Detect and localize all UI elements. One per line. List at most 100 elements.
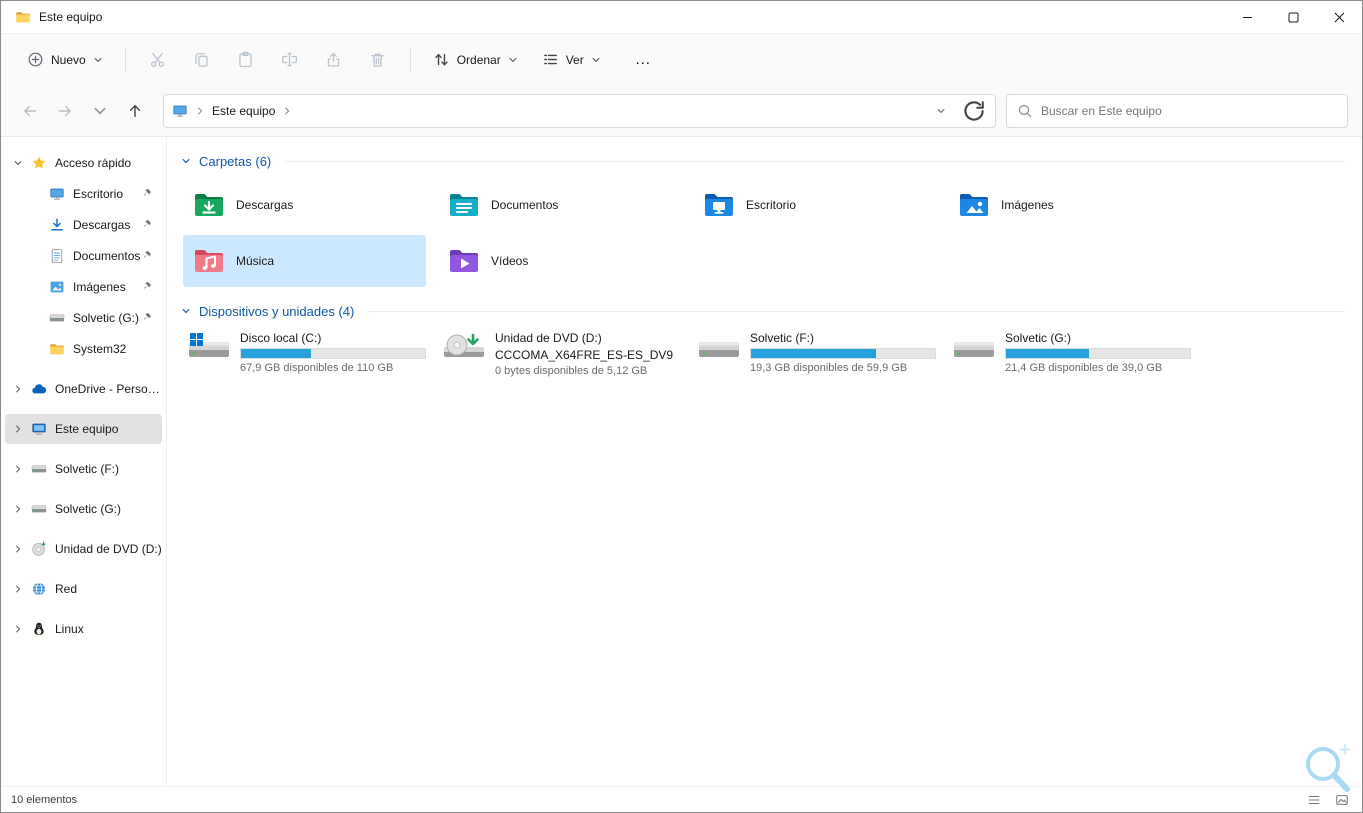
sidebar-item-quick-access[interactable]: Acceso rápido — [5, 148, 162, 178]
sidebar-item-label: Escritorio — [73, 187, 124, 201]
videos-folder-icon — [450, 250, 478, 272]
sidebar-item-solvetic-f-drive[interactable]: Solvetic (F:) — [5, 454, 162, 484]
sidebar-item-pictures[interactable]: Imágenes — [5, 272, 162, 302]
chevron-down-icon — [509, 57, 517, 62]
device-name: Disco local (C:) — [240, 331, 322, 345]
breadcrumb-this-pc[interactable]: Este equipo — [212, 104, 275, 118]
folder-tile-label: Descargas — [236, 198, 294, 212]
sidebar-item-downloads[interactable]: Descargas — [5, 210, 162, 240]
device-name: Solvetic (F:) — [750, 331, 815, 345]
folder-tile-escritorio[interactable]: Escritorio — [693, 179, 936, 231]
delete-button[interactable] — [358, 42, 398, 78]
sidebar-item-solvetic-g-drive[interactable]: Solvetic (G:) — [5, 494, 162, 524]
sidebar-item-linux[interactable]: Linux — [5, 614, 162, 644]
sidebar-item-this-pc[interactable]: Este equipo — [5, 414, 162, 444]
refresh-button[interactable] — [961, 98, 987, 124]
sidebar-item-onedrive[interactable]: OneDrive - Personal — [5, 374, 162, 404]
sidebar-item-label: Imágenes — [73, 280, 126, 294]
devices-section-title: Dispositivos y unidades (4) — [199, 303, 355, 319]
sidebar-item-system32[interactable]: System32 — [5, 334, 162, 364]
details-view-toggle[interactable] — [1304, 790, 1324, 810]
folder-icon — [50, 344, 64, 355]
folder-tile-musica[interactable]: Música — [183, 235, 426, 287]
sort-button[interactable]: Ordenar — [423, 43, 528, 76]
search-icon — [1018, 104, 1032, 117]
minimize-icon — [1242, 16, 1252, 18]
folder-tile-imagenes[interactable]: Imágenes — [948, 179, 1191, 231]
large-icons-view-icon — [1336, 794, 1348, 805]
disk-usage-fill — [1006, 349, 1089, 358]
device-tile-solvetic-f[interactable]: Solvetic (F:) 19,3 GB disponibles de 59,… — [693, 327, 948, 377]
content-area: Acceso rápido Escritorio Descargas Docum… — [1, 137, 1362, 786]
chevron-down-icon — [94, 57, 102, 62]
paste-button[interactable] — [226, 42, 266, 78]
more-options-button[interactable]: … — [615, 43, 672, 77]
sidebar-item-label: OneDrive - Personal — [55, 382, 162, 396]
back-button[interactable] — [13, 94, 46, 127]
device-info: Unidad de DVD (D:) CCCOMA_X64FRE_ES-ES_D… — [495, 331, 673, 377]
rename-button[interactable] — [270, 42, 310, 78]
chevron-down-icon — [14, 160, 22, 165]
desktop-folder-icon — [705, 194, 733, 216]
sidebar-item-label: Documentos — [73, 249, 141, 263]
large-icons-view-toggle[interactable] — [1332, 790, 1352, 810]
recent-locations-button[interactable] — [83, 94, 116, 127]
address-bar[interactable]: Este equipo — [163, 93, 996, 128]
close-button[interactable] — [1316, 1, 1362, 33]
up-button[interactable] — [118, 94, 151, 127]
sidebar-item-label: Este equipo — [55, 422, 119, 436]
device-name: Solvetic (G:) — [1005, 331, 1072, 345]
refresh-icon — [964, 100, 984, 121]
share-button[interactable] — [314, 42, 354, 78]
dvd-icon — [32, 541, 46, 556]
pin-icon — [143, 281, 152, 289]
device-tile-solvetic-g[interactable]: Solvetic (G:) 21,4 GB disponibles de 39,… — [948, 327, 1203, 377]
search-input[interactable] — [1041, 103, 1337, 118]
file-explorer-window: Este equipo Nuevo Ordenar Ver … Este equ… — [0, 0, 1363, 813]
pin-icon — [143, 188, 152, 196]
device-info: Solvetic (F:) 19,3 GB disponibles de 59,… — [750, 331, 936, 377]
sidebar-item-label: Unidad de DVD (D:) — [55, 542, 162, 556]
sidebar-item-desktop[interactable]: Escritorio — [5, 179, 162, 209]
folder-tile-label: Imágenes — [1001, 198, 1054, 212]
plus-circle-icon — [28, 52, 43, 67]
network-globe-icon — [33, 582, 45, 596]
forward-button[interactable] — [48, 94, 81, 127]
maximize-button[interactable] — [1270, 1, 1316, 33]
sort-button-label: Ordenar — [456, 52, 501, 67]
back-arrow-icon — [23, 105, 36, 116]
view-button[interactable]: Ver — [532, 43, 611, 76]
chevron-right-icon — [16, 465, 21, 473]
details-view-icon — [1308, 795, 1320, 804]
chevron-right-icon — [16, 505, 21, 513]
disk-usage-bar — [240, 348, 426, 359]
sidebar-item-solvetic-g[interactable]: Solvetic (G:) — [5, 303, 162, 333]
titlebar-tab: Este equipo — [1, 9, 102, 25]
items-count: 10 elementos — [11, 793, 78, 806]
chevron-right-icon — [16, 385, 21, 393]
documents-folder-icon — [450, 194, 478, 216]
devices-section-header[interactable]: Dispositivos y unidades (4) — [181, 299, 1346, 323]
star-icon — [32, 156, 46, 169]
device-tile-local-disk-c[interactable]: Disco local (C:) 67,9 GB disponibles de … — [183, 327, 438, 377]
folders-section-title: Carpetas (6) — [199, 153, 272, 169]
folder-icon — [16, 12, 30, 23]
sidebar-item-network[interactable]: Red — [5, 574, 162, 604]
folder-tile-documentos[interactable]: Documentos — [438, 179, 681, 231]
search-box[interactable] — [1006, 93, 1348, 128]
minimize-button[interactable] — [1224, 1, 1270, 33]
sidebar-item-label: Linux — [55, 622, 84, 636]
copy-button[interactable] — [182, 42, 222, 78]
folder-tile-descargas[interactable]: Descargas — [183, 179, 426, 231]
sidebar-item-documents[interactable]: Documentos — [5, 241, 162, 271]
device-tile-dvd-d[interactable]: Unidad de DVD (D:) CCCOMA_X64FRE_ES-ES_D… — [438, 327, 693, 377]
close-icon — [1334, 12, 1344, 22]
sidebar-item-dvd-drive[interactable]: Unidad de DVD (D:) — [5, 534, 162, 564]
folder-tile-videos[interactable]: Vídeos — [438, 235, 681, 287]
folders-section-header[interactable]: Carpetas (6) — [181, 149, 1346, 173]
address-dropdown-button[interactable] — [928, 98, 954, 124]
disk-usage-bar — [1005, 348, 1191, 359]
sidebar-item-label: Solvetic (F:) — [55, 462, 120, 476]
cut-button[interactable] — [138, 42, 178, 78]
new-button[interactable]: Nuevo — [17, 43, 113, 76]
